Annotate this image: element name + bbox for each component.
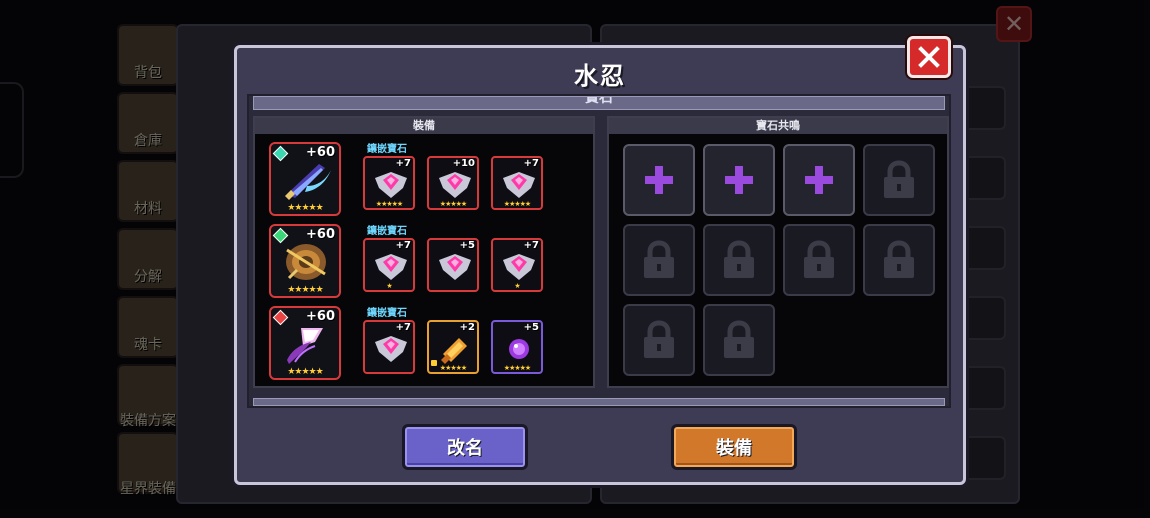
resonance-slot-locked[interactable] xyxy=(863,224,935,296)
sidebar-item-label: 材料 xyxy=(134,201,162,217)
resonance-slot-empty[interactable] xyxy=(783,144,855,216)
inlay-gem-label: 鑲嵌寶石 xyxy=(367,226,407,237)
pink-gem-icon xyxy=(439,172,471,198)
gem-slot[interactable]: +7 xyxy=(363,320,415,374)
equip-button[interactable]: 裝備 xyxy=(671,424,797,470)
resonance-header: 寶石共鳴 xyxy=(609,118,947,134)
resonance-slot-locked[interactable] xyxy=(703,224,775,296)
pink-gem-icon xyxy=(375,172,407,198)
resonance-slot-locked[interactable] xyxy=(623,224,695,296)
sidebar-item-label: 魂卡 xyxy=(134,337,162,353)
background-close-button[interactable]: ✕ xyxy=(996,6,1032,42)
close-button[interactable] xyxy=(907,36,951,78)
sidebar-item-label: 裝備方案 xyxy=(120,413,176,429)
background-slot xyxy=(962,296,1006,340)
sidebar-item-dismantle[interactable]: 分解 xyxy=(117,228,179,290)
sidebar-item-label: 倉庫 xyxy=(134,133,162,149)
lock-icon xyxy=(884,240,914,278)
lock-icon xyxy=(884,160,914,198)
resonance-slot-empty[interactable] xyxy=(703,144,775,216)
shield-icon xyxy=(286,244,326,280)
rarity-stars: ★★★★★ xyxy=(287,203,323,213)
resonance-slot-locked[interactable] xyxy=(863,144,935,216)
equipment-slot-weapon[interactable]: +60 ★★★★★ xyxy=(269,142,341,216)
purple-orb-icon xyxy=(509,339,529,359)
sidebar-item-astral-equip[interactable]: 星界裝備 xyxy=(117,432,179,497)
background-edge-tab xyxy=(0,82,24,178)
sidebar-item-bag[interactable]: 背包 xyxy=(117,24,179,86)
resonance-slot-locked[interactable] xyxy=(783,224,855,296)
rarity-stars: ★★★★★ xyxy=(503,200,531,208)
equipment-panel: 裝備 +60 ★★★★★ 鑲嵌寶石 +7 ★★★★★ +10 ★★★★★ +7 … xyxy=(253,116,595,388)
close-icon xyxy=(918,46,940,68)
lock-icon xyxy=(644,320,674,358)
rarity-stars: ★★★★★ xyxy=(287,367,323,377)
background-slot xyxy=(962,436,1006,480)
inlay-gem-label: 鑲嵌寶石 xyxy=(367,144,407,155)
gem-slot[interactable]: +7 ★ xyxy=(363,238,415,292)
background-slot xyxy=(962,366,1006,410)
lock-icon xyxy=(724,320,754,358)
lock-icon xyxy=(804,240,834,278)
gem-slot[interactable]: +5 ★★★★★ xyxy=(491,320,543,374)
gem-slot[interactable]: +7 ★★★★★ xyxy=(363,156,415,210)
rarity-stars: ★★★★★ xyxy=(503,364,531,372)
equipment-slot-armor[interactable]: +60 ★★★★★ xyxy=(269,224,341,298)
lock-icon xyxy=(644,240,674,278)
rarity-stars: ★ xyxy=(514,282,520,290)
section-tab-gems: 寶石 xyxy=(253,96,945,110)
equipment-header: 裝備 xyxy=(255,118,593,134)
rarity-stars: ★★★★★ xyxy=(439,200,467,208)
section-tab-label: 寶石 xyxy=(585,96,613,106)
modal-title: 水忍 xyxy=(574,62,626,90)
sidebar-item-label: 分解 xyxy=(134,269,162,285)
crystal-claw-icon xyxy=(287,328,323,364)
rename-button[interactable]: 改名 xyxy=(402,424,528,470)
background-slot xyxy=(962,156,1006,200)
rarity-stars: ★★★★★ xyxy=(439,364,467,372)
rarity-stars: ★★★★★ xyxy=(287,285,323,295)
sidebar-item-label: 星界裝備 xyxy=(120,481,176,497)
gem-slot[interactable]: +10 ★★★★★ xyxy=(427,156,479,210)
gem-slot[interactable]: +5 xyxy=(427,238,479,292)
pink-gem-icon xyxy=(375,336,407,362)
resonance-slot-locked[interactable] xyxy=(623,304,695,376)
pink-gem-icon xyxy=(375,254,407,280)
equipment-slot-accessory[interactable]: +60 ★★★★★ xyxy=(269,306,341,380)
pink-gem-icon xyxy=(439,254,471,280)
sidebar-item-storage[interactable]: 倉庫 xyxy=(117,92,179,154)
plus-icon xyxy=(805,166,833,194)
content-frame: 寶石 裝備 +60 ★★★★★ 鑲嵌寶石 +7 ★★★★★ +10 ★★★★★ … xyxy=(247,94,951,408)
plus-icon xyxy=(725,166,753,194)
rarity-stars: ★★★★★ xyxy=(375,200,403,208)
background-slot xyxy=(962,86,1006,130)
gem-slot[interactable]: +7 ★★★★★ xyxy=(491,156,543,210)
lock-icon xyxy=(724,240,754,278)
pink-gem-icon xyxy=(503,172,535,198)
resonance-slot-empty[interactable] xyxy=(623,144,695,216)
inlay-gem-label: 鑲嵌寶石 xyxy=(367,308,407,319)
gem-slot[interactable]: +7 ★ xyxy=(491,238,543,292)
pink-gem-icon xyxy=(503,254,535,280)
orange-scroll-icon xyxy=(441,338,467,364)
section-tab-next xyxy=(253,398,945,406)
gem-slot[interactable]: +2 ★★★★★ xyxy=(427,320,479,374)
background-slot xyxy=(962,226,1006,270)
background-sidebar: 背包 倉庫 材料 分解 魂卡 裝備方案 星界裝備 xyxy=(112,24,184,500)
loadout-modal: 水忍 寶石 裝備 +60 ★★★★★ 鑲嵌寶石 +7 ★★★★★ +10 ★★★… xyxy=(234,36,966,485)
sidebar-item-soul-card[interactable]: 魂卡 xyxy=(117,296,179,358)
resonance-panel: 寶石共鳴 xyxy=(607,116,949,388)
plus-icon xyxy=(645,166,673,194)
rarity-stars: ★ xyxy=(386,282,392,290)
sidebar-item-materials[interactable]: 材料 xyxy=(117,160,179,222)
blade-icon xyxy=(285,164,331,200)
sidebar-item-equip-plan[interactable]: 裝備方案 xyxy=(117,364,179,429)
resonance-slot-locked[interactable] xyxy=(703,304,775,376)
sidebar-item-label: 背包 xyxy=(134,65,162,81)
